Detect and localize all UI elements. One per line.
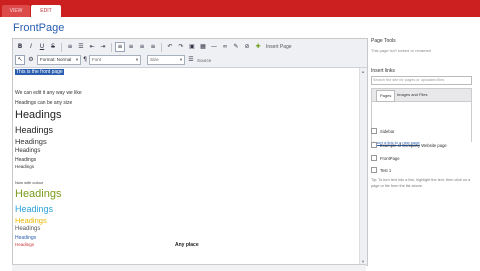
- chevron-down-icon: ▼: [135, 57, 139, 62]
- tab-edit[interactable]: EDIT: [31, 5, 61, 17]
- sidebar-subtitle: This page isn't locked or renamed: [371, 48, 431, 53]
- chevron-down-icon: ▼: [75, 57, 79, 62]
- image-icon[interactable]: ▣: [187, 42, 197, 52]
- toolbar-separator: [161, 42, 162, 52]
- undo-icon[interactable]: ↶: [165, 42, 175, 52]
- table-icon[interactable]: ▦: [198, 42, 208, 52]
- page-checkbox[interactable]: [371, 167, 377, 173]
- coloured-heading: Headings: [15, 242, 35, 247]
- tab-view[interactable]: VIEW: [2, 5, 30, 17]
- chevron-down-icon: ▼: [179, 57, 183, 62]
- page-list-label: FrontPage: [380, 155, 400, 161]
- page-list-label: Sidebar: [380, 128, 395, 134]
- page-tools-sidebar: Page Tools This page isn't locked or ren…: [369, 38, 477, 270]
- spacer-icon: [142, 55, 146, 65]
- insert-links-panel: Insert links Search the site for pages o…: [371, 68, 472, 145]
- line-icon[interactable]: —: [209, 42, 219, 52]
- link-type-tabs: Pages Images and Files: [371, 88, 472, 102]
- page-checkbox[interactable]: [371, 155, 377, 161]
- edit-icon[interactable]: ✎: [231, 42, 241, 52]
- toolbar-separator: [111, 42, 112, 52]
- tab-images-files[interactable]: Images and Files: [394, 90, 430, 100]
- selected-text: This is the front page: [15, 69, 64, 75]
- unlink-icon[interactable]: ⊘: [242, 42, 252, 52]
- page-list-item[interactable]: Test 1: [371, 167, 391, 173]
- font-select[interactable]: Font ▼: [89, 55, 141, 65]
- page-list-item[interactable]: Sidebar: [371, 128, 394, 134]
- cursor-icon[interactable]: ↖: [15, 55, 25, 65]
- page-list-label: Test 1: [380, 167, 392, 173]
- italic-button[interactable]: I: [26, 42, 36, 52]
- any-place-text: Any place: [175, 242, 199, 248]
- strikethrough-button[interactable]: S: [48, 42, 58, 52]
- page-title: FrontPage: [13, 22, 65, 34]
- paragraph-format-select[interactable]: Format: Normal ▼: [37, 55, 81, 65]
- heading-5: Headings: [15, 157, 37, 163]
- paragraph-format-value: Format: Normal: [40, 57, 72, 62]
- redo-icon[interactable]: ↷: [176, 42, 186, 52]
- size-select[interactable]: Size ▼: [147, 55, 185, 65]
- align-right-icon[interactable]: ≡: [137, 42, 147, 52]
- outdent-icon[interactable]: ⇤: [87, 42, 97, 52]
- heading-4: Headings: [15, 148, 41, 154]
- format-icon: ¶: [83, 56, 87, 63]
- page-checkbox[interactable]: [371, 128, 377, 134]
- rich-text-editor[interactable]: B I U S ≡ ☰ ⇤ ⇥ ≡ ≡ ≡ ≡ ↶ ↷ ▣ ▦ — ∞ ✎ ⊘ …: [12, 38, 368, 266]
- coloured-heading: Headings: [15, 226, 41, 232]
- heading-2: Headings: [15, 125, 54, 135]
- coloured-heading: Headings: [15, 204, 54, 214]
- link-search-input[interactable]: Search the site for pages or uploaded fi…: [371, 76, 472, 85]
- sidebar-hint: Tip: To turn text into a link, highlight…: [371, 178, 471, 188]
- top-nav-bar: VIEW EDIT: [0, 0, 480, 17]
- coloured-heading: Headings: [15, 216, 47, 225]
- heading-6: Headings: [15, 164, 35, 169]
- bullet-list-icon[interactable]: ☰: [76, 42, 86, 52]
- paragraph-1: We can edit it any way we like: [15, 90, 82, 96]
- styles-icon[interactable]: ⚙: [26, 55, 36, 65]
- editor-content[interactable]: This is the front page We can edit it an…: [15, 69, 357, 261]
- source-icon[interactable]: ☰: [186, 55, 196, 65]
- page-list-item[interactable]: Example of Company Website page: [371, 142, 447, 148]
- sidebar-title: Page Tools: [371, 38, 396, 44]
- align-left-icon[interactable]: ≡: [115, 42, 125, 52]
- toolbar-row-1: B I U S ≡ ☰ ⇤ ⇥ ≡ ≡ ≡ ≡ ↶ ↷ ▣ ▦ — ∞ ✎ ⊘ …: [15, 41, 292, 53]
- align-justify-icon[interactable]: ≡: [148, 42, 158, 52]
- editor-toolbar: B I U S ≡ ☰ ⇤ ⇥ ≡ ≡ ≡ ≡ ↶ ↷ ▣ ▦ — ∞ ✎ ⊘ …: [13, 39, 367, 68]
- insert-page-label[interactable]: Insert Page: [266, 44, 292, 50]
- heading-1: Headings: [15, 109, 62, 121]
- coloured-heading: Headings: [15, 188, 62, 200]
- size-select-label: Size: [150, 57, 159, 62]
- editor-scrollbar[interactable]: ▲ ▼: [359, 68, 367, 265]
- link-icon[interactable]: ∞: [220, 42, 230, 52]
- scroll-up-icon[interactable]: ▲: [361, 69, 365, 74]
- toolbar-row-2: ↖ ⚙ Format: Normal ▼ ¶ Font ▼ Size ▼ ☰ Sour…: [15, 54, 211, 66]
- toolbar-separator: [61, 42, 62, 52]
- page-list-label: Example of Company Website page: [380, 142, 447, 148]
- tab-pages[interactable]: Pages: [376, 90, 396, 102]
- insert-links-heading: Insert links: [371, 68, 395, 74]
- insert-page-icon[interactable]: ✚: [253, 42, 263, 52]
- colour-label: Now with colour: [15, 180, 44, 185]
- numbered-list-icon[interactable]: ≡: [65, 42, 75, 52]
- coloured-heading: Headings: [15, 235, 37, 241]
- bold-button[interactable]: B: [15, 42, 25, 52]
- page-list-item[interactable]: FrontPage: [371, 155, 400, 161]
- link-list-area: [371, 102, 472, 142]
- underline-button[interactable]: U: [37, 42, 47, 52]
- font-select-label: Font: [92, 57, 102, 62]
- heading-3: Headings: [15, 137, 47, 146]
- page-checkbox[interactable]: [371, 142, 377, 148]
- align-center-icon[interactable]: ≡: [126, 42, 136, 52]
- source-label[interactable]: Source: [197, 58, 211, 63]
- paragraph-2: Headings can be any size: [15, 100, 73, 106]
- indent-icon[interactable]: ⇥: [98, 42, 108, 52]
